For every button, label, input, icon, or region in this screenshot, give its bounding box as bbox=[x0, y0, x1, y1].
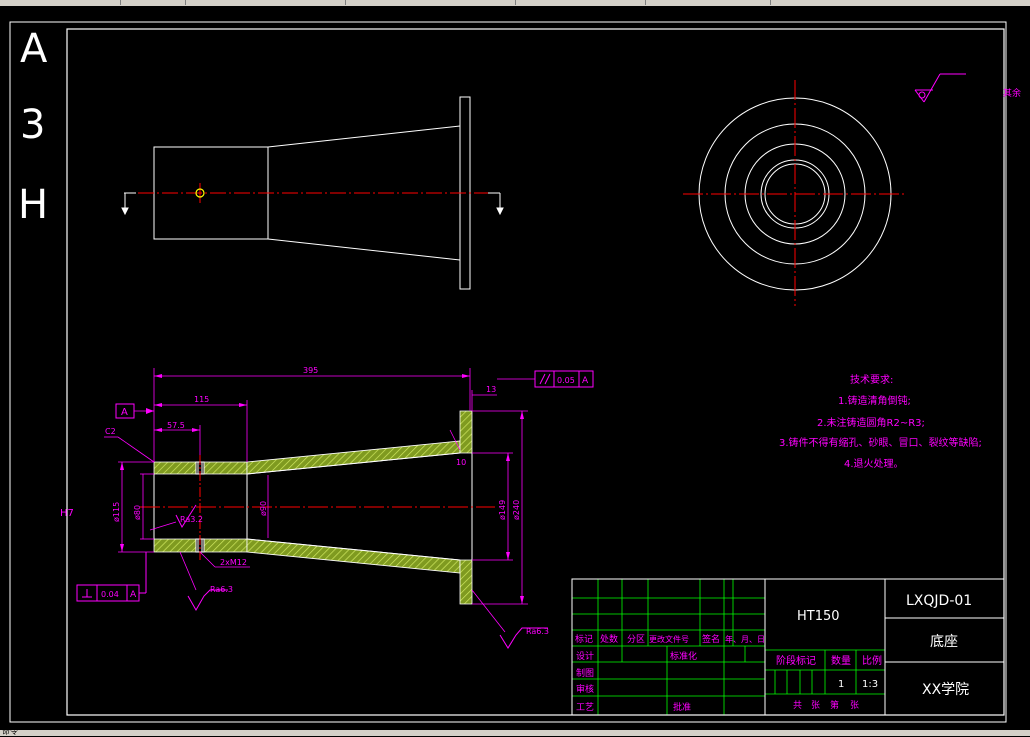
toolbar-segment[interactable] bbox=[120, 0, 186, 5]
title-row-label: 分区 bbox=[627, 634, 645, 645]
title-part-name: 底座 bbox=[930, 634, 958, 650]
roughness-bottom: Ra6.3 bbox=[210, 585, 233, 594]
title-row-label: 更改文件号 bbox=[649, 634, 689, 644]
tech-req-item: 4.退火处理。 bbox=[844, 458, 904, 470]
title-sign-label: 设计 bbox=[576, 650, 594, 662]
tech-req-item: 1.铸造清角倒钝; bbox=[838, 394, 911, 407]
dim-thread: 2xM12 bbox=[220, 558, 247, 567]
toolbar-segment[interactable] bbox=[645, 0, 771, 5]
roughness-right: Ra6.3 bbox=[526, 627, 549, 636]
sheet-letter: 3 bbox=[20, 102, 45, 148]
title-sheet-info: 张 bbox=[850, 700, 859, 711]
title-block-grid bbox=[572, 579, 885, 715]
title-scale-label: 比例 bbox=[862, 654, 882, 667]
toolbar-segment[interactable] bbox=[185, 0, 346, 5]
title-school: XX学院 bbox=[922, 682, 969, 698]
end-view-centerline bbox=[683, 80, 907, 306]
left-annotation: H7 bbox=[60, 508, 74, 519]
dim-240-dia: ø240 bbox=[512, 500, 521, 520]
title-sheet-info: 共 bbox=[793, 700, 802, 711]
dim-115-dia: ø115 bbox=[112, 502, 121, 522]
roughness-symbols bbox=[175, 504, 548, 649]
tech-req-title: 技术要求: bbox=[850, 373, 893, 386]
title-sheet-info: 张 bbox=[811, 700, 820, 711]
title-standardization: 标准化 bbox=[670, 650, 697, 662]
title-row-label: 年、月、日 bbox=[725, 634, 765, 644]
toolbar-segment[interactable] bbox=[345, 0, 516, 5]
title-drawing-number: LXQJD-01 bbox=[906, 593, 972, 609]
surface-finish-symbol bbox=[914, 73, 966, 103]
dim-57-5: 57.5 bbox=[167, 421, 185, 430]
toolbar-segment[interactable] bbox=[515, 0, 646, 5]
title-sign-label: 审核 bbox=[576, 683, 594, 695]
title-quantity: 1 bbox=[838, 679, 844, 690]
dim-13: 13 bbox=[486, 385, 496, 394]
sheet-letter: H bbox=[18, 182, 48, 228]
parallelism-datum: A bbox=[582, 376, 589, 386]
dim-80-dia: ø80 bbox=[133, 505, 142, 520]
title-sheet-info: 第 bbox=[830, 699, 839, 711]
title-approve: 批准 bbox=[673, 701, 691, 713]
tech-req-item: 2.未注铸造圆角R2~R3; bbox=[817, 416, 925, 429]
title-row-label: 签名 bbox=[702, 633, 720, 645]
perp-value: 0.04 bbox=[101, 590, 119, 599]
roughness-inner: Ra3.2 bbox=[180, 515, 203, 524]
tech-req-item: 3.铸件不得有缩孔、砂眼、冒口、裂纹等缺陷; bbox=[779, 436, 982, 449]
sheet-border bbox=[9, 21, 1007, 723]
title-quantity-label: 数量 bbox=[831, 654, 851, 667]
title-sign-label: 制图 bbox=[576, 667, 594, 679]
surface-finish-label: 其余 bbox=[1003, 87, 1021, 99]
title-row-label: 标记 bbox=[575, 633, 593, 645]
dim-10: 10 bbox=[456, 458, 466, 467]
title-scale: 1:3 bbox=[862, 679, 878, 690]
title-stage-mark: 阶段标记 bbox=[776, 654, 816, 667]
sheet-letter: A bbox=[20, 26, 48, 72]
status-text: 命令 bbox=[2, 727, 18, 736]
title-row-label: 处数 bbox=[600, 633, 618, 645]
datum-label: A bbox=[121, 407, 128, 418]
dim-c2: C2 bbox=[105, 427, 116, 436]
dim-149-dia: ø149 bbox=[498, 500, 507, 520]
dim-115: 115 bbox=[194, 395, 209, 404]
dim-90-dia: ø90 bbox=[259, 501, 268, 516]
title-sign-label: 工艺 bbox=[576, 702, 594, 713]
drawing-canvas[interactable]: A 3 H 其余 A 0.05 A 0.04 A 395 13 115 57.5… bbox=[0, 6, 1030, 730]
front-view-centerline bbox=[138, 183, 488, 203]
title-material: HT150 bbox=[797, 609, 840, 624]
section-marks bbox=[121, 192, 504, 216]
status-bar: 命令 bbox=[0, 727, 1030, 736]
perp-datum: A bbox=[130, 590, 137, 600]
toolbar-segment[interactable] bbox=[0, 0, 121, 5]
dim-395: 395 bbox=[303, 366, 318, 375]
parallelism-value: 0.05 bbox=[557, 376, 575, 385]
